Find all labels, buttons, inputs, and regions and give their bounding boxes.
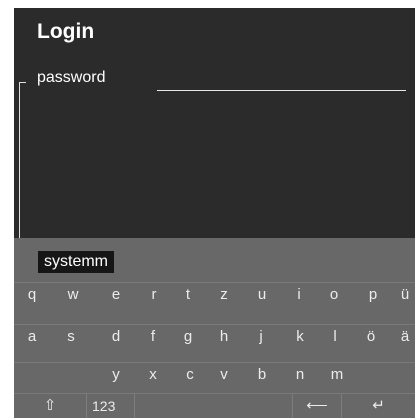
- password-input[interactable]: [157, 90, 406, 91]
- key-t[interactable]: t: [177, 283, 199, 307]
- key-x[interactable]: x: [143, 363, 163, 387]
- key-o[interactable]: o: [323, 283, 345, 307]
- key-b[interactable]: b: [251, 363, 273, 387]
- key-u[interactable]: u: [251, 283, 273, 307]
- keyboard-row-1: q w e r t z u i o p ü: [14, 282, 415, 307]
- keyboard-row-2: a s d f g h j k l ö ä: [14, 324, 415, 349]
- suggestion-connector-top: [19, 82, 26, 83]
- key-s[interactable]: s: [61, 325, 81, 349]
- keyboard-row-3: y x c v b n m: [14, 362, 415, 387]
- key-r[interactable]: r: [143, 283, 165, 307]
- suggestion-bar: systemm: [14, 238, 415, 282]
- key-k[interactable]: k: [289, 325, 311, 349]
- key-i[interactable]: i: [289, 283, 309, 307]
- key-v[interactable]: v: [213, 363, 235, 387]
- key-a-umlaut[interactable]: ä: [395, 325, 415, 349]
- backspace-icon: ⟵: [306, 397, 328, 414]
- key-w[interactable]: w: [61, 283, 85, 307]
- backspace-key[interactable]: ⟵: [293, 394, 342, 418]
- suggestion-connector-line: [19, 82, 20, 262]
- key-u-umlaut[interactable]: ü: [395, 283, 415, 307]
- key-e[interactable]: e: [105, 283, 127, 307]
- key-z[interactable]: z: [213, 283, 235, 307]
- word-suggestion[interactable]: systemm: [38, 251, 114, 273]
- key-n[interactable]: n: [289, 363, 311, 387]
- key-f[interactable]: f: [143, 325, 163, 349]
- numbers-key[interactable]: 123: [87, 394, 135, 418]
- key-q[interactable]: q: [22, 283, 42, 307]
- shift-key[interactable]: ⇧: [14, 394, 87, 418]
- key-a[interactable]: a: [22, 325, 42, 349]
- key-m[interactable]: m: [325, 363, 349, 387]
- key-l[interactable]: l: [325, 325, 345, 349]
- key-h[interactable]: h: [213, 325, 235, 349]
- page-title: Login: [37, 20, 95, 43]
- key-g[interactable]: g: [177, 325, 199, 349]
- key-c[interactable]: c: [179, 363, 201, 387]
- key-p[interactable]: p: [362, 283, 384, 307]
- on-screen-keyboard: systemm q w e r t z u i o p ü a s d f g …: [14, 238, 415, 418]
- space-key[interactable]: [135, 394, 293, 418]
- password-field-label: password: [37, 69, 106, 86]
- key-d[interactable]: d: [105, 325, 127, 349]
- key-o-umlaut[interactable]: ö: [360, 325, 382, 349]
- keyboard-row-function: ⇧ 123 ⟵ ↵: [14, 393, 415, 418]
- key-y[interactable]: y: [105, 363, 127, 387]
- key-j[interactable]: j: [251, 325, 271, 349]
- enter-key[interactable]: ↵: [342, 394, 415, 418]
- login-screen: Login password systemm q w e r t z u i o…: [14, 8, 415, 418]
- shift-icon: ⇧: [43, 397, 57, 414]
- enter-icon: ↵: [372, 397, 385, 414]
